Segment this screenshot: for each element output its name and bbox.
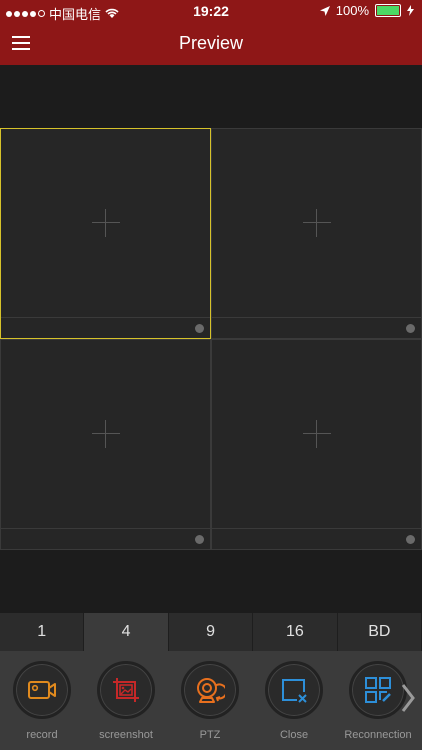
- preview-cell-1[interactable]: [0, 128, 211, 339]
- add-channel-icon[interactable]: [302, 420, 331, 449]
- layout-option-9[interactable]: 9: [169, 613, 254, 651]
- add-channel-icon[interactable]: [91, 420, 120, 449]
- status-bar: 中国电信 19:22 100%: [0, 0, 422, 22]
- preview-cell-4[interactable]: [211, 339, 422, 550]
- layout-selector: 1 4 9 16 BD: [0, 613, 422, 651]
- reconnection-label: Reconnection: [344, 729, 412, 741]
- layout-option-bd[interactable]: BD: [338, 613, 422, 651]
- preview-grid: [0, 128, 422, 550]
- cell-status-bar: [1, 317, 210, 338]
- top-spacer: [0, 65, 422, 128]
- ptz-camera-icon: [197, 678, 225, 703]
- add-channel-icon[interactable]: [91, 209, 120, 238]
- layout-option-1[interactable]: 1: [0, 613, 85, 651]
- cell-status-bar: [1, 528, 210, 549]
- add-channel-icon[interactable]: [302, 209, 331, 238]
- page-title: Preview: [178, 33, 244, 53]
- cell-status-bar: [212, 317, 421, 338]
- status-dot-icon: [195, 535, 204, 544]
- close-window-icon: [282, 679, 307, 703]
- battery-icon: [375, 4, 401, 17]
- screenshot-button[interactable]: screenshot: [84, 661, 168, 741]
- close-label: Close: [279, 729, 309, 741]
- video-camera-icon: [28, 681, 56, 699]
- action-toolbar: record screenshot PTZ Close Reconnection: [0, 651, 422, 750]
- charging-bolt-icon: [407, 5, 414, 16]
- screenshot-label: screenshot: [99, 729, 153, 741]
- status-dot-icon: [406, 535, 415, 544]
- cell-status-bar: [212, 528, 421, 549]
- chevron-right-icon[interactable]: [398, 683, 418, 713]
- layout-option-16[interactable]: 16: [253, 613, 338, 651]
- preview-cell-2[interactable]: [211, 128, 422, 339]
- layout-option-4[interactable]: 4: [84, 613, 169, 651]
- status-dot-icon: [195, 324, 204, 333]
- record-button[interactable]: record: [0, 661, 84, 741]
- preview-cell-3[interactable]: [0, 339, 211, 550]
- ptz-button[interactable]: PTZ: [168, 661, 252, 741]
- bottom-spacer: [0, 550, 422, 613]
- status-right: 100%: [319, 3, 414, 18]
- battery-percent: 100%: [335, 3, 369, 18]
- screenshot-icon: [113, 678, 139, 702]
- location-arrow-icon: [319, 5, 330, 16]
- app-header: Preview: [0, 22, 422, 65]
- ptz-label: PTZ: [199, 729, 221, 741]
- reconnection-grid-icon: [365, 677, 391, 703]
- record-label: record: [26, 729, 58, 741]
- close-button[interactable]: Close: [252, 661, 336, 741]
- status-dot-icon: [406, 324, 415, 333]
